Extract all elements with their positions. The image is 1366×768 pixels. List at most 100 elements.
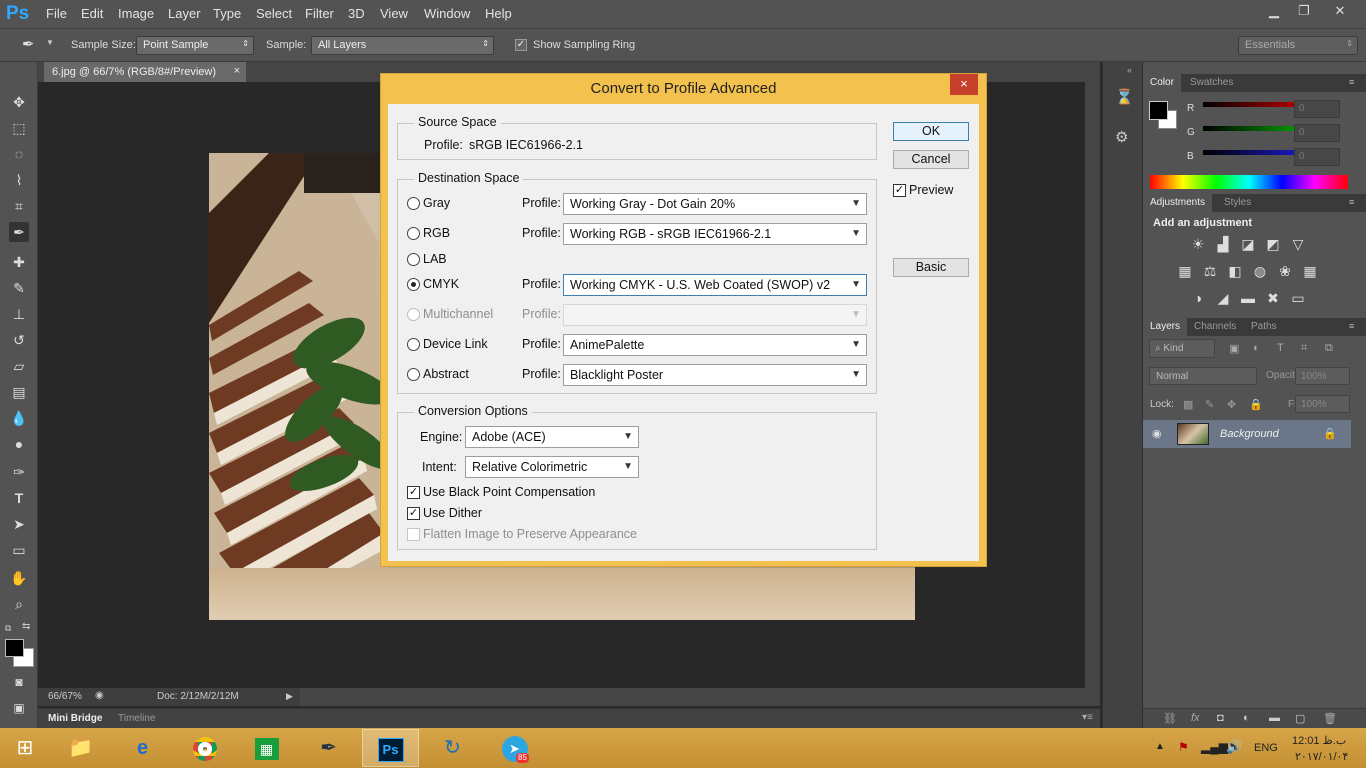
dodge-tool-icon[interactable]: ●	[9, 434, 29, 454]
lock-image-icon[interactable]: ✎	[1205, 398, 1214, 411]
language-indicator[interactable]: ENG	[1254, 742, 1278, 754]
crop-tool-icon[interactable]: ⌗	[9, 196, 29, 216]
opacity-field[interactable]: 100%	[1295, 367, 1350, 385]
volume-icon[interactable]: 🔊	[1226, 739, 1242, 755]
tab-styles[interactable]: Styles	[1224, 197, 1251, 208]
menu-3d[interactable]: 3D	[348, 6, 365, 21]
lock-position-icon[interactable]: ✥	[1227, 398, 1236, 411]
hue-saturation-icon[interactable]: ▦	[1176, 263, 1194, 279]
filter-pixel-icon[interactable]: ▣	[1229, 342, 1239, 355]
threshold-icon[interactable]: ▬	[1239, 290, 1257, 306]
type-tool-icon[interactable]: T	[9, 488, 29, 508]
cmyk-profile-select[interactable]: Working CMYK - U.S. Web Coated (SWOP) v2…	[563, 274, 867, 296]
abstract-profile-select[interactable]: Blacklight Poster ▼	[563, 364, 867, 386]
tab-swatches[interactable]: Swatches	[1190, 77, 1233, 88]
minimize-button[interactable]: ▁	[1259, 2, 1289, 22]
panel-menu-icon[interactable]: ≡	[1349, 197, 1354, 207]
blend-mode-select[interactable]: Normal	[1149, 367, 1257, 385]
filter-smart-object-icon[interactable]: ⧉	[1325, 342, 1333, 355]
tab-color[interactable]: Color	[1143, 74, 1181, 92]
intent-select[interactable]: Relative Colorimetric ▼	[465, 456, 639, 478]
link-layers-icon[interactable]: ⛓	[1163, 712, 1177, 725]
collapse-arrows-icon[interactable]: «	[1127, 65, 1132, 75]
status-info-icon[interactable]: ◉	[95, 690, 104, 701]
levels-icon[interactable]: ▟	[1214, 236, 1232, 252]
color-spectrum-bar[interactable]	[1150, 175, 1348, 189]
sample-select[interactable]: All Layers ⇕	[311, 36, 494, 55]
device-link-profile-select[interactable]: AnimePalette ▼	[563, 334, 867, 356]
brush-tool-icon[interactable]: ✎	[9, 278, 29, 298]
blur-tool-icon[interactable]: 💧	[9, 408, 29, 428]
radio-lab[interactable]	[407, 253, 420, 266]
zoom-level[interactable]: 66/67%	[48, 691, 82, 702]
marquee-tool-icon[interactable]: ⬚	[9, 118, 29, 138]
shape-tool-icon[interactable]: ▭	[9, 540, 29, 560]
menu-view[interactable]: View	[380, 6, 408, 21]
panel-menu-icon[interactable]: ≡	[1349, 321, 1354, 331]
posterize-icon[interactable]: ◢	[1214, 290, 1232, 306]
layer-style-icon[interactable]: fx	[1191, 712, 1200, 724]
tool-preset-chevron-icon[interactable]: ▼	[46, 38, 54, 47]
visibility-eye-icon[interactable]: ◉	[1152, 427, 1162, 440]
show-hidden-icons-icon[interactable]: ▲	[1155, 741, 1165, 752]
new-adjustment-layer-icon[interactable]: ◐	[1243, 712, 1250, 724]
document-tab[interactable]: 6.jpg @ 66/7% (RGB/8#/Preview) ×	[44, 62, 246, 82]
status-menu-arrow-icon[interactable]: ▶	[286, 691, 293, 702]
tab-adjustments[interactable]: Adjustments	[1143, 194, 1213, 212]
color-balance-icon[interactable]: ⚖	[1201, 263, 1219, 279]
foreground-color-swatch[interactable]	[5, 639, 24, 657]
new-layer-icon[interactable]: ▢	[1295, 712, 1305, 725]
telegram-icon[interactable]: ➤ 85	[486, 729, 543, 767]
channel-g-value[interactable]: 0	[1294, 124, 1340, 142]
sample-size-select[interactable]: Point Sample ⇕	[136, 36, 254, 55]
layer-name[interactable]: Background	[1220, 428, 1279, 440]
store-icon[interactable]: ▦	[238, 729, 295, 767]
dither-checkbox[interactable]: ✓	[407, 507, 420, 520]
black-white-icon[interactable]: ◧	[1226, 263, 1244, 279]
fill-field[interactable]: 100%	[1295, 395, 1350, 413]
delete-layer-icon[interactable]: 🗑	[1323, 712, 1337, 725]
default-colors-icon[interactable]: ⧉	[5, 623, 11, 634]
radio-cmyk[interactable]	[407, 278, 420, 291]
network-signal-icon[interactable]: ▂▄▆	[1201, 740, 1228, 754]
photoshop-taskbar-icon[interactable]: Ps	[362, 729, 419, 767]
radio-device-link[interactable]	[407, 338, 420, 351]
menu-edit[interactable]: Edit	[81, 6, 103, 21]
menu-window[interactable]: Window	[424, 6, 470, 21]
hand-tool-icon[interactable]: ✋	[9, 568, 29, 588]
menu-image[interactable]: Image	[118, 6, 154, 21]
refresh-app-icon[interactable]: ↻	[424, 729, 481, 767]
black-point-checkbox[interactable]: ✓	[407, 486, 420, 499]
filter-adjustment-icon[interactable]: ◐	[1253, 342, 1260, 354]
panel-menu-icon[interactable]: ▾≡	[1082, 712, 1093, 723]
radio-rgb[interactable]	[407, 227, 420, 240]
filter-type-icon[interactable]: T	[1277, 342, 1284, 354]
history-panel-icon[interactable]: ⌛	[1115, 88, 1134, 106]
layer-row[interactable]: ◉ Background 🔒	[1143, 420, 1351, 448]
rgb-profile-select[interactable]: Working RGB - sRGB IEC61966-2.1 ▼	[563, 223, 867, 245]
zoom-tool-icon[interactable]: ⌕	[9, 594, 29, 614]
layer-filter-select[interactable]: ⌕ Kind	[1149, 339, 1215, 358]
channel-mixer-icon[interactable]: ❀	[1276, 263, 1294, 279]
screen-mode-icon[interactable]: ▣	[9, 698, 29, 718]
preview-checkbox[interactable]: ✓	[893, 184, 906, 197]
clock-time[interactable]: 12:01 ب.ظ	[1292, 734, 1346, 747]
path-select-tool-icon[interactable]: ➤	[9, 514, 29, 534]
swap-colors-icon[interactable]: ⇆	[22, 621, 30, 632]
tab-channels[interactable]: Channels	[1194, 321, 1236, 332]
move-tool-icon[interactable]: ✥	[9, 92, 29, 112]
eyedropper-tool-icon[interactable]: ✒	[9, 222, 29, 242]
cancel-button[interactable]: Cancel	[893, 150, 969, 169]
filter-shape-icon[interactable]: ⌗	[1301, 342, 1307, 355]
stamp-tool-icon[interactable]: ⊥	[9, 304, 29, 324]
eyedropper-icon[interactable]: ✒	[22, 35, 35, 53]
healing-brush-tool-icon[interactable]: ✚	[9, 252, 29, 272]
eraser-tool-icon[interactable]: ▱	[9, 356, 29, 376]
channel-b-value[interactable]: 0	[1294, 148, 1340, 166]
panel-menu-icon[interactable]: ≡	[1349, 77, 1354, 87]
close-tab-icon[interactable]: ×	[234, 65, 240, 77]
menu-layer[interactable]: Layer	[168, 6, 201, 21]
quick-select-tool-icon[interactable]: ⌇	[9, 170, 29, 190]
menu-type[interactable]: Type	[213, 6, 241, 21]
channel-r-value[interactable]: 0	[1294, 100, 1340, 118]
